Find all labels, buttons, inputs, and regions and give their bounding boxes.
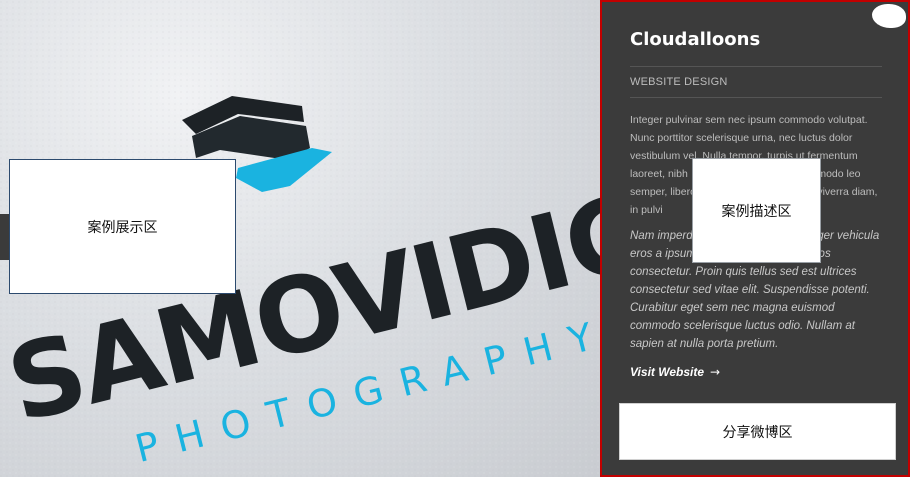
description-area-label: 案例描述区 bbox=[692, 158, 821, 263]
share-weibo-area[interactable]: 分享微博区 bbox=[619, 403, 896, 460]
showcase-area-label: 案例展示区 bbox=[9, 159, 236, 294]
case-category: WEBSITE DESIGN bbox=[630, 76, 728, 88]
description-area-label-text: 案例描述区 bbox=[721, 203, 792, 220]
arrow-right-icon: → bbox=[710, 365, 721, 379]
showcase-area-label-text: 案例展示区 bbox=[87, 219, 158, 236]
share-weibo-area-text: 分享微博区 bbox=[722, 424, 793, 441]
visit-website-label: Visit Website bbox=[630, 365, 705, 379]
category-divider bbox=[630, 97, 882, 98]
case-title: Cloudalloons bbox=[630, 29, 761, 50]
title-divider bbox=[630, 66, 882, 67]
portfolio-case-view: SAMOVIDIC PHOTOGRAPHY Cloudalloons WEBSI… bbox=[0, 0, 910, 477]
corner-mark bbox=[872, 4, 906, 28]
visit-website-link[interactable]: Visit Website → bbox=[630, 365, 720, 379]
